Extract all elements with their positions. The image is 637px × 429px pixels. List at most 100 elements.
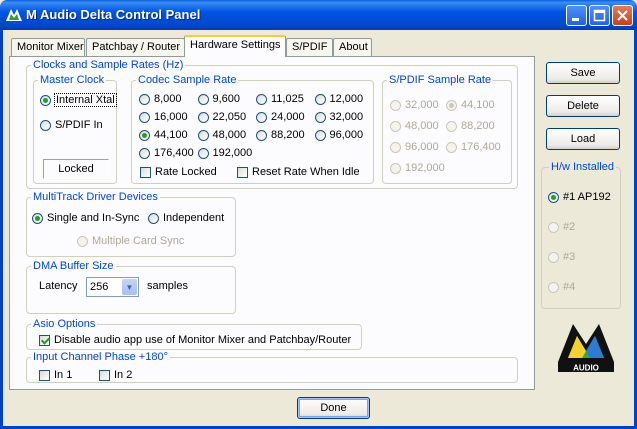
tab-about[interactable]: About <box>333 38 372 56</box>
radio-independent[interactable]: Independent <box>148 212 224 224</box>
radio-circle <box>390 162 401 174</box>
spdif-rate-176400[interactable]: 176,400 <box>446 141 501 153</box>
chevron-down-icon[interactable]: ▼ <box>122 279 137 295</box>
codec-rate-22050[interactable]: 22,050 <box>197 111 247 123</box>
disable-mixer-checkbox[interactable]: Disable audio app use of Monitor Mixer a… <box>39 334 351 346</box>
spdif-rate-96000[interactable]: 96,000 <box>390 141 439 153</box>
radio-label: 88,200 <box>271 129 305 141</box>
radio-circle <box>548 221 559 233</box>
spdif-rate-32000[interactable]: 32,000 <box>390 99 439 111</box>
radio-circle <box>32 212 43 224</box>
radio-label: #4 <box>563 281 576 293</box>
radio-multiple-card-sync[interactable]: Multiple Card Sync <box>77 235 184 247</box>
spdif-rate-44100[interactable]: 44,100 <box>446 99 495 111</box>
rate-locked-checkbox[interactable]: Rate Locked <box>140 166 217 178</box>
hw-device-1[interactable]: #1 AP192 <box>548 191 611 203</box>
radio-label: 44,100 <box>461 99 495 111</box>
radio-circle <box>139 111 150 123</box>
radio-circle <box>197 111 209 123</box>
radio-circle <box>390 99 401 111</box>
radio-circle <box>314 129 326 141</box>
phase-in1-checkbox[interactable]: In 1 <box>39 369 72 381</box>
radio-single-in-sync[interactable]: Single and In-Sync <box>32 212 139 224</box>
radio-internal-xtal[interactable]: Internal Xtal <box>40 93 117 107</box>
codec-rate-44100[interactable]: 44,100 <box>139 129 188 141</box>
checkbox-box <box>39 369 50 381</box>
phase-label: Input Channel Phase +180° <box>31 351 170 363</box>
codec-rate-24000[interactable]: 24,000 <box>256 111 305 123</box>
codec-rate-11025[interactable]: 11,025 <box>256 93 304 105</box>
minimize-button[interactable] <box>566 5 587 26</box>
radio-label: 12,000 <box>329 93 364 105</box>
maximize-icon <box>593 9 606 22</box>
checkbox-box <box>140 166 151 178</box>
hw-device-4[interactable]: #4 <box>548 281 575 293</box>
save-button[interactable]: Save <box>546 62 620 84</box>
radio-label: 48,000 <box>405 120 439 132</box>
radio-circle <box>314 93 326 105</box>
spdif-rate-192000[interactable]: 192,000 <box>390 162 445 174</box>
radio-circle <box>256 93 267 105</box>
tab-monitor-mixer[interactable]: Monitor Mixer <box>11 38 85 56</box>
latency-select[interactable]: 256 ▼ <box>86 277 139 297</box>
codec-rate-192000[interactable]: 192,000 <box>197 147 253 159</box>
radio-circle <box>139 93 150 105</box>
radio-label: 24,000 <box>271 111 305 123</box>
radio-label: 22,050 <box>212 111 247 123</box>
codec-rate-88200[interactable]: 88,200 <box>256 129 305 141</box>
radio-circle <box>197 147 209 159</box>
spdif-rate-88200[interactable]: 88,200 <box>446 120 495 132</box>
close-icon <box>617 10 628 21</box>
phase-in2-checkbox[interactable]: In 2 <box>99 369 132 381</box>
master-clock-label: Master Clock <box>38 74 107 86</box>
done-button[interactable]: Done <box>297 397 370 419</box>
checkbox-box <box>99 369 110 381</box>
radio-circle <box>256 111 267 123</box>
maximize-button[interactable] <box>589 5 610 26</box>
radio-circle <box>446 120 457 132</box>
hw-device-3[interactable]: #3 <box>548 251 575 263</box>
codec-rate-12000[interactable]: 12,000 <box>314 93 364 105</box>
load-button[interactable]: Load <box>546 128 620 150</box>
spdif-rate-48000[interactable]: 48,000 <box>390 120 439 132</box>
radio-label: 9,600 <box>212 93 241 105</box>
tab-hardware-settings[interactable]: Hardware Settings <box>184 35 286 57</box>
codec-rate-32000[interactable]: 32,000 <box>314 111 364 123</box>
radio-label: 96,000 <box>329 129 364 141</box>
radio-circle <box>139 147 150 159</box>
tab-patchbay-router[interactable]: Patchbay / Router <box>86 38 185 56</box>
dma-label: DMA Buffer Size <box>31 260 116 272</box>
radio-label: 32,000 <box>329 111 364 123</box>
codec-rate-48000[interactable]: 48,000 <box>197 129 246 141</box>
tab-spdif[interactable]: S/PDIF <box>286 38 333 56</box>
logo-text: AUDIO <box>573 364 599 373</box>
codec-rate-96000[interactable]: 96,000 <box>314 129 364 141</box>
clock-status-field: Locked <box>43 159 109 179</box>
radio-circle <box>40 94 51 106</box>
checkbox-box <box>39 334 50 346</box>
radio-circle <box>390 120 401 132</box>
hw-device-2[interactable]: #2 <box>548 221 575 233</box>
radio-label: 192,000 <box>212 147 253 159</box>
radio-label: 32,000 <box>405 99 439 111</box>
codec-rate-9600[interactable]: 9,600 <box>197 93 241 105</box>
radio-circle <box>548 281 559 293</box>
checkbox-label: Disable audio app use of Monitor Mixer a… <box>54 334 352 346</box>
radio-circle <box>548 191 559 203</box>
multitrack-group <box>26 197 236 257</box>
radio-label: Single and In-Sync <box>47 212 140 224</box>
radio-spdif-in[interactable]: S/PDIF In <box>40 119 103 131</box>
codec-rate-label: Codec Sample Rate <box>136 74 239 86</box>
minimize-icon <box>572 18 579 21</box>
reset-rate-checkbox[interactable]: Reset Rate When Idle <box>237 166 360 178</box>
codec-rate-16000[interactable]: 16,000 <box>139 111 188 123</box>
close-button[interactable] <box>612 5 633 26</box>
codec-rate-8000[interactable]: 8,000 <box>139 93 182 105</box>
radio-label: 192,000 <box>405 162 445 174</box>
checkbox-label: Rate Locked <box>155 166 217 178</box>
radio-label: Multiple Card Sync <box>92 235 185 247</box>
delete-button[interactable]: Delete <box>546 95 620 117</box>
m-audio-logo: AUDIO <box>558 324 614 373</box>
radio-label: S/PDIF In <box>55 119 103 131</box>
codec-rate-176400[interactable]: 176,400 <box>139 147 194 159</box>
